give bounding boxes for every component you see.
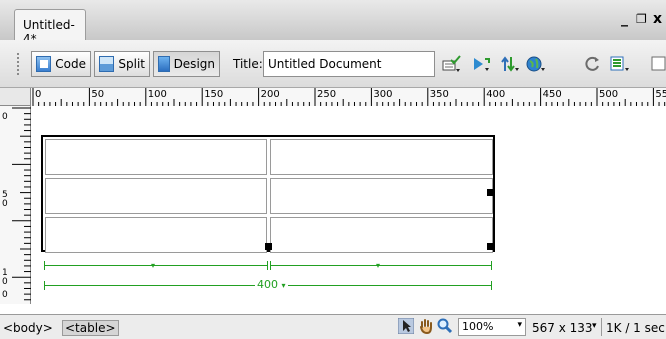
document-tab[interactable]: Untitled-4* bbox=[14, 9, 86, 46]
zoom-select[interactable]: 100% ▾ bbox=[458, 318, 526, 336]
ruler-label: 0 bbox=[2, 277, 8, 287]
document-tab-bar: Untitled-4* _ ❐ x bbox=[0, 0, 666, 46]
horizontal-ruler: 0 50 100 150 200 250 300 350 400 450 500 55 bbox=[0, 88, 666, 107]
ruler-label: 350 bbox=[430, 89, 449, 100]
table-width-value: 400 bbox=[257, 278, 278, 291]
preview-globe-icon[interactable] bbox=[526, 54, 546, 74]
design-view-icon bbox=[158, 56, 170, 72]
ruler-label: 50 bbox=[91, 89, 104, 100]
zoom-value: 100% bbox=[462, 320, 494, 333]
ruler-label: 450 bbox=[543, 89, 562, 100]
ruler-label: 55 bbox=[655, 89, 666, 100]
column-2-guide-end bbox=[491, 261, 492, 270]
file-management-icon[interactable] bbox=[500, 54, 520, 74]
ruler-label: 100 bbox=[148, 89, 167, 100]
view-options-icon[interactable] bbox=[610, 54, 630, 74]
refresh-icon[interactable] bbox=[583, 54, 603, 74]
document-title-input[interactable] bbox=[263, 51, 435, 77]
tag-selector-body[interactable]: <body> bbox=[3, 321, 53, 335]
table-cell[interactable] bbox=[270, 139, 493, 175]
table-resize-handle-bottom[interactable] bbox=[265, 243, 272, 250]
window-size-dropdown-icon[interactable]: ▾ bbox=[592, 321, 597, 331]
select-tool-icon[interactable] bbox=[398, 318, 414, 334]
ruler-label: 0 bbox=[2, 112, 8, 122]
ruler-label: 500 bbox=[599, 89, 618, 100]
table-width-label[interactable]: 400 ▾ bbox=[255, 279, 288, 292]
table-width-menu-icon: ▾ bbox=[281, 281, 286, 290]
ruler-label: 150 bbox=[204, 89, 223, 100]
validate-icon[interactable] bbox=[442, 54, 462, 74]
ruler-origin[interactable] bbox=[0, 88, 31, 106]
table-cell[interactable] bbox=[270, 178, 493, 214]
zoom-dropdown-icon: ▾ bbox=[517, 320, 522, 330]
column-1-menu-icon[interactable]: ▾ bbox=[151, 262, 155, 270]
title-label: Title: bbox=[233, 57, 263, 71]
zoom-tool-icon[interactable] bbox=[437, 318, 453, 334]
table-guide-start bbox=[44, 281, 45, 290]
code-view-label: Code bbox=[55, 57, 86, 71]
split-view-icon bbox=[99, 56, 115, 72]
ruler-label: 0 bbox=[35, 89, 41, 100]
download-size: 1K / 1 sec bbox=[606, 321, 665, 335]
ruler-label: 400 bbox=[486, 89, 505, 100]
ruler-label: 300 bbox=[373, 89, 392, 100]
table-cell[interactable] bbox=[45, 139, 267, 175]
status-bar: <body> <table> 100% ▾ 567 x 133 ▾ 1K / 1… bbox=[0, 314, 666, 339]
table-resize-handle-right[interactable] bbox=[487, 189, 494, 196]
column-2-width-guide bbox=[270, 265, 491, 266]
ruler-label: 200 bbox=[261, 89, 280, 100]
table-resize-handle-corner[interactable] bbox=[487, 243, 494, 250]
table-cell[interactable] bbox=[45, 217, 267, 253]
ruler-label: 0 bbox=[2, 290, 8, 300]
status-separator bbox=[601, 318, 602, 336]
close-button[interactable]: x bbox=[653, 11, 662, 27]
ruler-label: 250 bbox=[317, 89, 336, 100]
table-cell[interactable] bbox=[270, 217, 493, 253]
design-view-label: Design bbox=[173, 57, 215, 71]
ruler-label: 0 bbox=[2, 199, 8, 209]
split-view-button[interactable]: Split bbox=[94, 51, 150, 77]
visual-aids-icon[interactable] bbox=[646, 54, 666, 74]
column-1-width-guide bbox=[44, 265, 267, 266]
code-view-button[interactable]: Code bbox=[31, 51, 91, 77]
vertical-ruler-ticks: 050100 bbox=[2, 107, 31, 301]
split-view-label: Split bbox=[118, 57, 145, 71]
column-2-menu-icon[interactable]: ▾ bbox=[376, 262, 380, 270]
toolbar-grip[interactable] bbox=[17, 53, 23, 75]
column-1-guide-end bbox=[267, 261, 268, 270]
code-view-icon bbox=[36, 56, 52, 72]
window-size[interactable]: 567 x 133 bbox=[532, 321, 593, 335]
hand-tool-icon[interactable] bbox=[418, 318, 434, 334]
table-cell[interactable] bbox=[45, 178, 267, 214]
minimize-button[interactable]: _ bbox=[621, 11, 628, 27]
column-2-guide-start bbox=[270, 261, 271, 270]
tag-selector-table[interactable]: <table> bbox=[62, 320, 119, 336]
column-1-guide-start bbox=[44, 261, 45, 270]
browser-check-icon[interactable] bbox=[471, 54, 491, 74]
table-guide-end bbox=[491, 281, 492, 290]
design-view-button[interactable]: Design bbox=[153, 51, 220, 77]
restore-button[interactable]: ❐ bbox=[636, 12, 647, 26]
horizontal-ruler-ticks: 0 50 100 150 200 250 300 350 400 450 500 55 bbox=[32, 88, 666, 106]
vertical-ruler: 050100 bbox=[0, 106, 31, 304]
